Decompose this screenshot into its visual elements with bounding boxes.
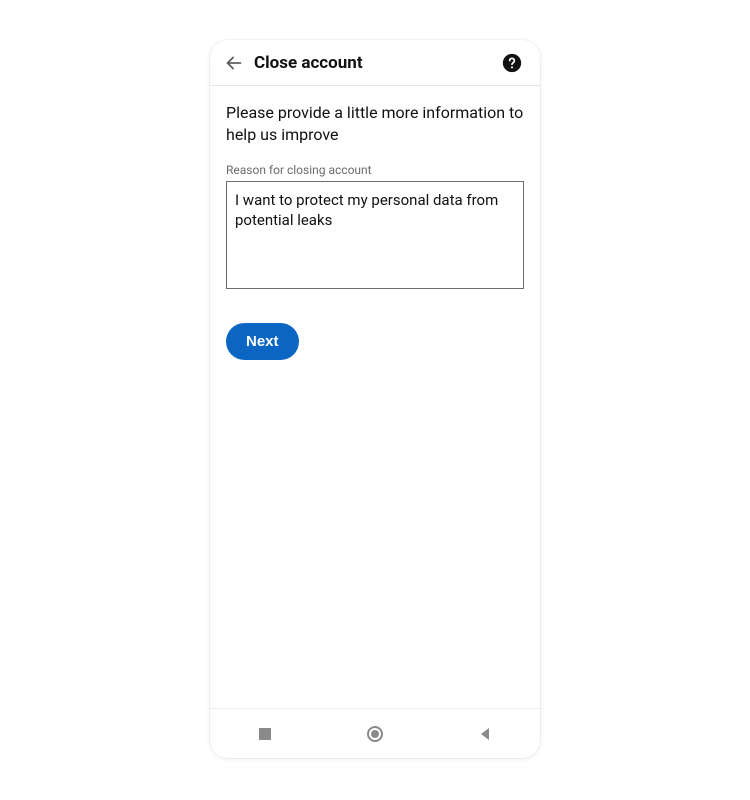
arrow-left-icon: [223, 52, 245, 74]
circle-icon: [366, 725, 384, 743]
next-button[interactable]: Next: [226, 323, 299, 360]
app-bar: Close account: [210, 40, 540, 86]
nav-back-button[interactable]: [469, 727, 501, 741]
help-button[interactable]: [494, 45, 530, 81]
nav-home-button[interactable]: [359, 725, 391, 743]
back-button[interactable]: [216, 45, 252, 81]
content-area: Please provide a little more information…: [210, 86, 540, 708]
nav-recent-button[interactable]: [249, 727, 281, 741]
prompt-text: Please provide a little more information…: [226, 102, 524, 145]
reason-input[interactable]: [226, 181, 524, 289]
help-icon: [502, 53, 522, 73]
phone-frame: Close account Please provide a little mo…: [210, 40, 540, 758]
reason-label: Reason for closing account: [226, 163, 524, 177]
page-title: Close account: [254, 53, 494, 73]
triangle-left-icon: [478, 727, 492, 741]
system-nav-bar: [210, 708, 540, 758]
square-icon: [258, 727, 272, 741]
